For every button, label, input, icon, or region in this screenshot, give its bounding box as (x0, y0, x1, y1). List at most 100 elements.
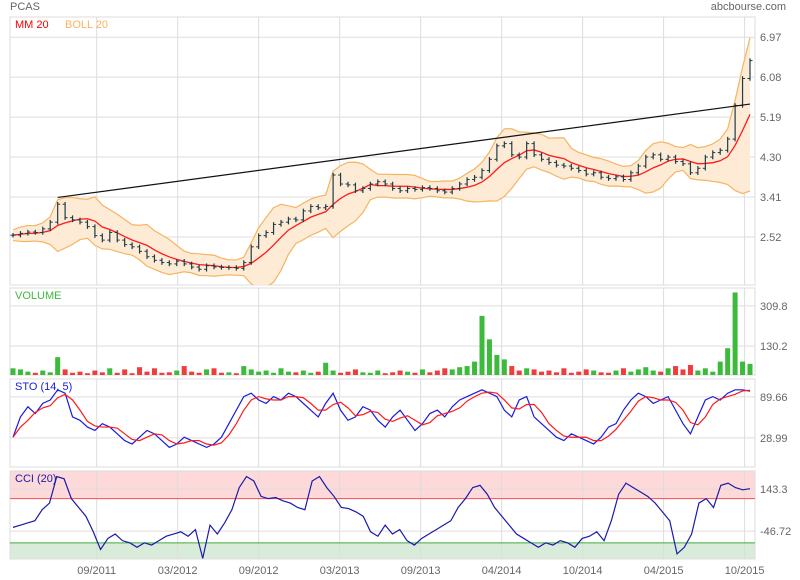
volume-bar (181, 366, 187, 375)
volume-bar (516, 370, 522, 375)
volume-bar (360, 372, 366, 375)
volume-bar (211, 368, 217, 375)
main-axis-label: 4.30 (760, 152, 781, 164)
volume-bar (345, 371, 351, 375)
x-axis-label: 09/2011 (77, 565, 116, 577)
volume-bar (241, 366, 247, 375)
volume-bar (189, 371, 195, 375)
volume-bar (702, 368, 708, 375)
volume-bar (732, 292, 738, 375)
cci-overbought-zone (10, 471, 755, 499)
source-label[interactable]: abcbourse.com (711, 1, 786, 13)
volume-bar (226, 372, 232, 375)
volume-bar (218, 372, 224, 375)
volume-bar (553, 372, 559, 375)
volume-bar (397, 370, 403, 375)
volume-bar (591, 370, 597, 375)
volume-bar (92, 370, 98, 375)
volume-bar (442, 368, 448, 375)
volume-bar (665, 368, 671, 375)
volume-bar (576, 371, 582, 375)
volume-bar (472, 361, 478, 375)
volume-bar (47, 372, 53, 375)
volume-bar (598, 372, 604, 375)
volume-bar (248, 369, 254, 375)
volume-bar (419, 369, 425, 375)
x-axis-label: 09/2012 (239, 565, 279, 577)
volume-bar (583, 369, 589, 375)
x-axis-label: 03/2013 (320, 565, 360, 577)
volume-bar (17, 369, 23, 375)
volume-bar (174, 370, 180, 375)
volume-bar (10, 368, 16, 375)
volume-bar (271, 372, 277, 375)
volume-bar (25, 371, 31, 375)
x-axis-label: 10/2014 (563, 565, 603, 577)
volume-bar (509, 366, 515, 375)
main-axis-label: 3.41 (760, 192, 781, 204)
sto-axis-label: 28.99 (760, 433, 788, 445)
main-axis-label: 6.97 (760, 32, 781, 44)
sto-panel (9, 378, 756, 468)
volume-bar (613, 370, 619, 375)
legend-sto: STO (14, 5) (15, 381, 73, 393)
stock-chart: 6.97 6.08 5.19 4.30 3.41 2.52 309.8 130.2 89.66 2… (9, 16, 791, 577)
legend-volume: VOLUME (15, 290, 62, 302)
volume-bar (77, 371, 83, 375)
volume-bar (196, 372, 202, 375)
volume-bar (650, 370, 656, 375)
volume-bar (658, 371, 664, 375)
volume-bar (233, 373, 239, 375)
volume-bar (382, 373, 388, 375)
volume-bar (293, 372, 299, 375)
volume-bar (107, 368, 113, 375)
volume-bar (62, 369, 68, 375)
cci-oversold-zone (10, 542, 755, 559)
volume-bar (486, 339, 492, 375)
vol-panel (9, 287, 756, 376)
volume-bar (144, 371, 150, 375)
legend-boll: BOLL 20 (65, 19, 109, 31)
volume-bar (717, 361, 723, 375)
volume-bar (300, 370, 306, 375)
volume-bar (338, 372, 344, 375)
volume-bar (278, 368, 284, 375)
volume-bar (390, 372, 396, 375)
volume-bar (55, 357, 61, 375)
volume-bar (687, 364, 693, 375)
main-axis-label: 5.19 (760, 112, 781, 124)
volume-bar (412, 372, 418, 375)
volume-bar (122, 369, 128, 375)
volume-bar (352, 369, 358, 375)
volume-bar (256, 371, 262, 375)
volume-bar (531, 369, 537, 375)
legend-ma: MM 20 (15, 19, 49, 31)
volume-bar (367, 372, 373, 375)
x-axis-label: 10/2015 (725, 565, 765, 577)
volume-bar (561, 368, 567, 375)
x-axis-label: 03/2012 (158, 565, 198, 577)
volume-bar (464, 366, 470, 375)
volume-bar (330, 370, 336, 375)
volume-bar (308, 372, 314, 375)
legend-cci: CCI (20) (15, 473, 57, 485)
volume-bar (434, 370, 440, 375)
main-axis-label: 6.08 (760, 72, 781, 84)
volume-bar (405, 371, 411, 375)
volume-bar (620, 368, 626, 375)
volume-bar (32, 372, 38, 375)
volume-bar (673, 366, 679, 375)
volume-bar (747, 363, 753, 375)
volume-bar (546, 370, 552, 375)
volume-bar (628, 371, 634, 375)
volume-bar (204, 369, 210, 375)
volume-bar (40, 370, 46, 375)
volume-bar (635, 369, 641, 375)
volume-bar (524, 368, 530, 375)
volume-bar (457, 367, 463, 375)
volume-bar (568, 372, 574, 375)
volume-bar (539, 371, 545, 375)
volume-bar (449, 369, 455, 375)
volume-bar (725, 348, 731, 375)
volume-bar (643, 367, 649, 375)
